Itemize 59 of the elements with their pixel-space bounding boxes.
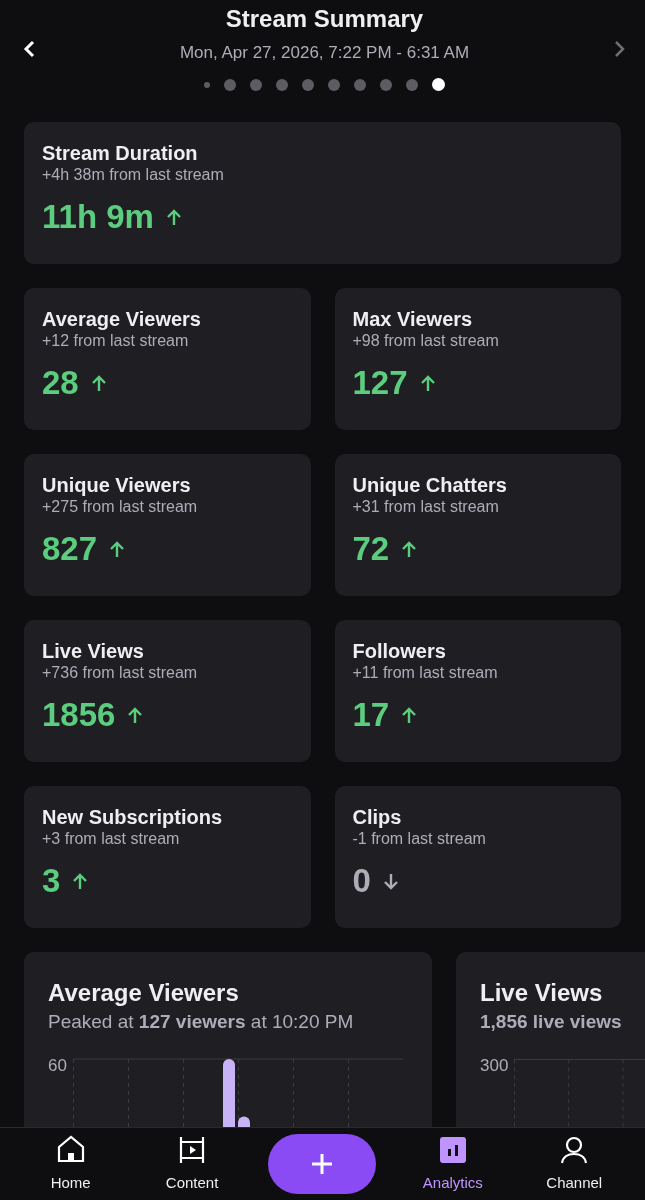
stat-change: +4h 38m from last stream [42, 165, 225, 185]
chart-subtitle: Peaked at 127 viewers at 10:20 PM [48, 1010, 355, 1034]
arrow-up-icon [165, 207, 182, 227]
page-dot[interactable] [432, 78, 445, 91]
stream-date-range: Mon, Apr 27, 2026, 7:22 PM - 6:31 AM [179, 42, 470, 64]
stat-value: 1856 [42, 695, 116, 735]
stat-value: 11h 9m [42, 197, 154, 237]
page-title: Stream Summary [225, 4, 424, 34]
stat-change: +12 from last stream [42, 331, 190, 351]
stat-value: 0 [352, 861, 371, 901]
page-dot[interactable] [302, 78, 314, 91]
stat-value: 827 [42, 529, 98, 569]
stat-value: 28 [42, 363, 79, 403]
stat-title: Stream Duration [42, 141, 199, 165]
stat-title: Unique Viewers [42, 473, 192, 497]
page-dot[interactable] [354, 78, 366, 91]
stat-change: +98 from last stream [352, 331, 500, 351]
axis-tick-label: 300 [480, 1056, 509, 1077]
create-button[interactable] [268, 1134, 377, 1194]
stat-change: +275 from last stream [42, 497, 199, 517]
nav-tab[interactable]: Home [25, 1133, 116, 1195]
stat-value: 3 [42, 861, 61, 901]
stat-title: Clips [352, 805, 403, 829]
stat-value: 17 [352, 695, 390, 735]
stat-title: Followers [352, 639, 447, 663]
stat-title: Average Viewers [42, 307, 202, 331]
page-dot[interactable] [224, 78, 236, 91]
arrow-up-icon [109, 539, 126, 559]
arrow-up-icon [401, 539, 418, 559]
stat-value: 127 [352, 363, 408, 403]
page-dot[interactable] [204, 81, 210, 88]
stat-title: Unique Chatters [352, 473, 508, 497]
stat-title: Max Viewers [352, 307, 474, 331]
page-dot[interactable] [328, 78, 340, 91]
page-dot[interactable] [276, 78, 288, 91]
arrow-up-icon [127, 705, 144, 725]
stat-value: 72 [352, 529, 390, 569]
stat-change: -1 from last stream [352, 829, 487, 849]
chart-title: Average Viewers [48, 978, 240, 1008]
stat-title: New Subscriptions [42, 805, 224, 829]
arrow-up-icon [419, 373, 436, 393]
page-dot[interactable] [250, 78, 262, 91]
stat-change: +31 from last stream [352, 497, 500, 517]
stat-change: +3 from last stream [42, 829, 181, 849]
chart-subtitle: 1,856 live views [480, 1010, 623, 1034]
axis-tick-label: 60 [48, 1056, 67, 1077]
nav-tab[interactable]: Analytics [407, 1133, 498, 1195]
stat-title: Live Views [42, 639, 145, 663]
arrow-up-icon [401, 705, 418, 725]
nav-tab[interactable]: Content [147, 1133, 238, 1195]
page-dot[interactable] [380, 78, 392, 91]
stat-change: +736 from last stream [42, 663, 199, 683]
stat-change: +11 from last stream [352, 663, 499, 683]
chart-title: Live Views [480, 978, 604, 1008]
arrow-up-icon [90, 373, 107, 393]
page-dot[interactable] [406, 78, 418, 91]
arrow-up-icon [72, 871, 89, 891]
arrow-down-icon [382, 871, 399, 891]
nav-tab[interactable]: Channel [529, 1133, 620, 1195]
